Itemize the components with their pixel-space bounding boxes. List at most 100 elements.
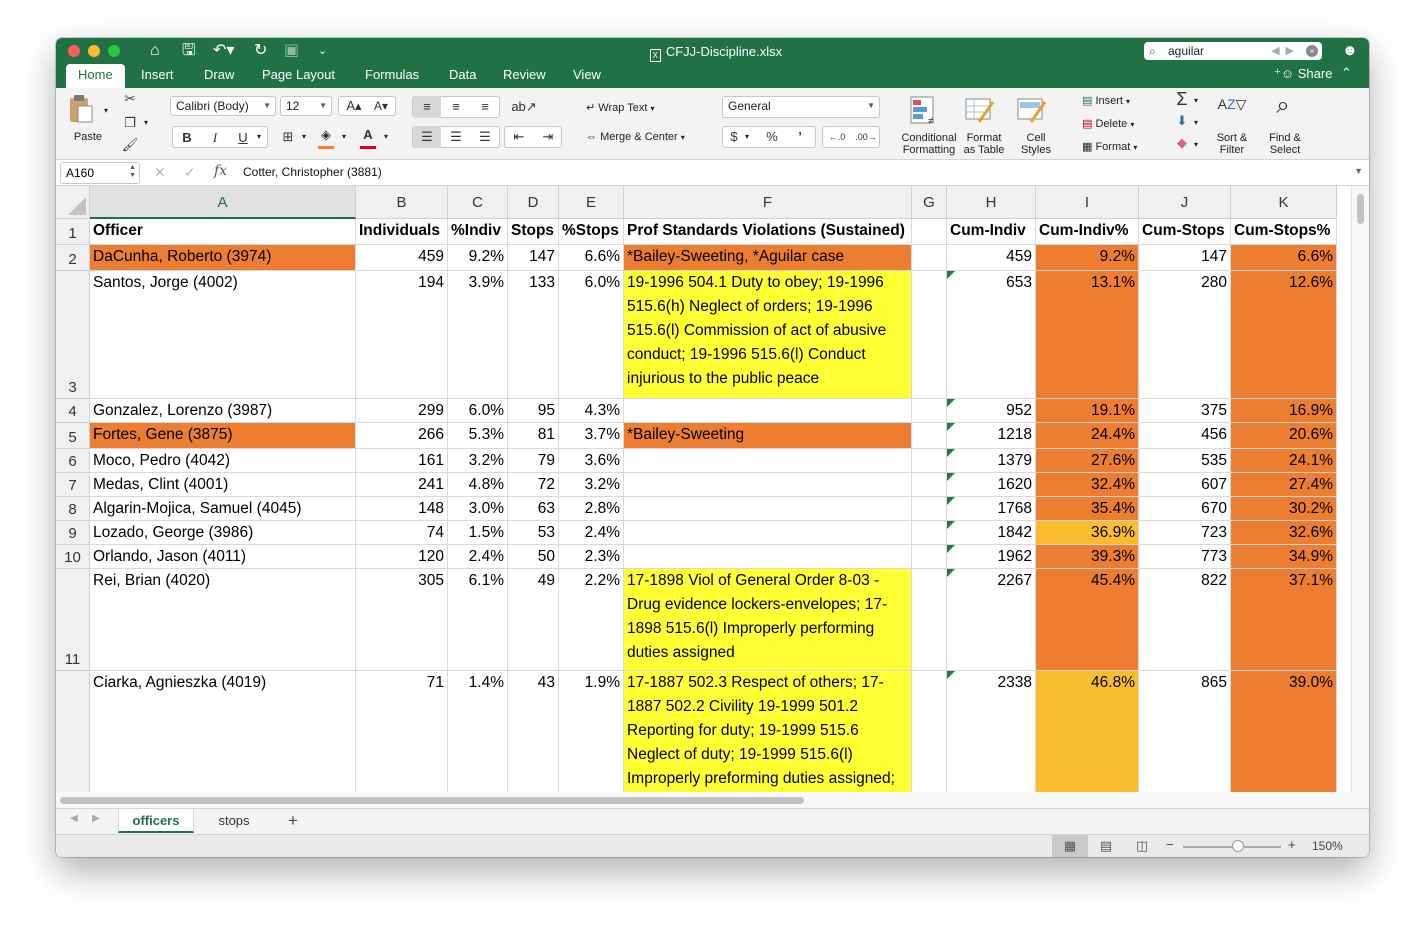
pct-stops-cell[interactable]: 2.3% <box>559 545 624 569</box>
format-as-table-icon[interactable] <box>964 96 998 126</box>
individuals-cell[interactable]: 120 <box>356 545 448 569</box>
empty-cell[interactable] <box>912 449 947 473</box>
column-header-d[interactable]: D <box>508 186 559 219</box>
font-name-select[interactable]: Calibri (Body) ▼ <box>170 96 276 116</box>
pct-stops-cell[interactable]: 3.7% <box>559 423 624 449</box>
pct-indiv-cell[interactable]: 9.2% <box>448 245 508 271</box>
align-center-icon[interactable]: ☰ <box>442 126 470 148</box>
horizontal-scrollbar[interactable] <box>56 792 1369 808</box>
pct-stops-cell[interactable]: 2.4% <box>559 521 624 545</box>
stops-cell[interactable]: 147 <box>508 245 559 271</box>
officer-cell[interactable]: Rei, Brian (4020) <box>90 569 356 671</box>
header-pct-indiv-cell[interactable]: %Indiv <box>448 219 508 245</box>
column-header-j[interactable]: J <box>1139 186 1231 219</box>
cum-indiv-cell[interactable]: 1962 <box>947 545 1036 569</box>
header-stops-cell[interactable]: Stops <box>508 219 559 245</box>
column-header-i[interactable]: I <box>1036 186 1139 219</box>
normal-view-icon[interactable]: ▦ <box>1052 835 1088 857</box>
cum-indiv-cell[interactable]: 1842 <box>947 521 1036 545</box>
officer-cell[interactable]: Moco, Pedro (4042) <box>90 449 356 473</box>
cum-stops-pct-cell[interactable]: 37.1% <box>1231 569 1337 671</box>
column-header-f[interactable]: F <box>624 186 912 219</box>
increase-font-size-icon[interactable]: A▴ <box>341 95 367 117</box>
empty-cell[interactable] <box>912 399 947 423</box>
column-header-k[interactable]: K <box>1231 186 1337 219</box>
increase-decimal-icon[interactable]: ←.0 <box>823 126 851 148</box>
empty-cell[interactable] <box>912 545 947 569</box>
violations-cell[interactable] <box>624 473 912 497</box>
tab-view[interactable]: View <box>573 64 601 88</box>
paste-options-chevron-icon[interactable]: ▾ <box>104 106 108 115</box>
cum-stops-cell[interactable]: 535 <box>1139 449 1231 473</box>
insert-function-button[interactable]: fx <box>214 163 227 179</box>
error-indicator-icon[interactable] <box>947 545 955 553</box>
error-indicator-icon[interactable] <box>947 473 955 481</box>
stops-cell[interactable]: 49 <box>508 569 559 671</box>
number-format-select[interactable]: General ▼ <box>722 96 880 118</box>
cum-indiv-pct-cell[interactable]: 46.8% <box>1036 671 1139 792</box>
formula-input[interactable]: Cotter, Christopher (3881) <box>243 165 382 179</box>
page-layout-view-icon[interactable]: ▤ <box>1088 835 1124 857</box>
pct-indiv-cell[interactable]: 3.2% <box>448 449 508 473</box>
cum-stops-pct-cell[interactable]: 39.0% <box>1231 671 1337 792</box>
cum-stops-pct-cell[interactable]: 32.6% <box>1231 521 1337 545</box>
search-nav-arrows-icon[interactable]: ◀▶ <box>1271 42 1300 60</box>
font-color-button[interactable]: A <box>356 124 380 149</box>
cum-stops-pct-cell[interactable]: 16.9% <box>1231 399 1337 423</box>
fill-color-chevron-icon[interactable]: ▾ <box>342 132 346 141</box>
stops-cell[interactable]: 81 <box>508 423 559 449</box>
page-break-preview-icon[interactable]: ◫ <box>1124 835 1160 857</box>
cum-indiv-cell[interactable]: 1379 <box>947 449 1036 473</box>
violations-cell[interactable]: 17-1898 Viol of General Order 8-03 - Dru… <box>624 569 912 671</box>
cum-stops-pct-cell[interactable]: 12.6% <box>1231 271 1337 399</box>
cum-indiv-pct-cell[interactable]: 13.1% <box>1036 271 1139 399</box>
error-indicator-icon[interactable] <box>947 569 955 577</box>
pct-stops-cell[interactable]: 2.8% <box>559 497 624 521</box>
cum-stops-cell[interactable]: 723 <box>1139 521 1231 545</box>
stops-cell[interactable]: 95 <box>508 399 559 423</box>
individuals-cell[interactable]: 74 <box>356 521 448 545</box>
violations-cell[interactable] <box>624 449 912 473</box>
column-header-c[interactable]: C <box>448 186 508 219</box>
cum-indiv-cell[interactable]: 1620 <box>947 473 1036 497</box>
font-color-chevron-icon[interactable]: ▾ <box>384 132 388 141</box>
violations-cell[interactable]: 19-1996 504.1 Duty to obey; 19-1996 515.… <box>624 271 912 399</box>
tab-draw[interactable]: Draw <box>204 64 234 88</box>
zoom-window-button[interactable] <box>108 45 120 57</box>
error-indicator-icon[interactable] <box>947 423 955 431</box>
cum-indiv-pct-cell[interactable]: 36.9% <box>1036 521 1139 545</box>
print-icon[interactable]: ▣ <box>284 42 299 60</box>
stops-cell[interactable]: 50 <box>508 545 559 569</box>
individuals-cell[interactable]: 161 <box>356 449 448 473</box>
individuals-cell[interactable]: 266 <box>356 423 448 449</box>
officer-cell[interactable]: DaCunha, Roberto (3974) <box>90 245 356 271</box>
decrease-decimal-icon[interactable]: .00→ <box>852 126 880 148</box>
worksheet-grid[interactable]: A B C D E F G H I J K 1 Officer Individuals %Indiv Stop… <box>56 186 1351 792</box>
save-icon[interactable]: 🖫 <box>182 42 196 60</box>
cut-icon[interactable]: ✂ <box>120 88 140 110</box>
align-bottom-icon[interactable]: ≡ <box>471 96 499 118</box>
sort-filter-icon[interactable]: AZ▽ <box>1212 96 1252 126</box>
row-header[interactable] <box>56 671 90 792</box>
individuals-cell[interactable]: 299 <box>356 399 448 423</box>
autosum-chevron-icon[interactable]: ▾ <box>1194 96 1198 105</box>
header-cum-stops-pct-cell[interactable]: Cum-Stops% <box>1231 219 1337 245</box>
cum-stops-cell[interactable]: 773 <box>1139 545 1231 569</box>
cum-stops-cell[interactable]: 865 <box>1139 671 1231 792</box>
individuals-cell[interactable]: 71 <box>356 671 448 792</box>
header-individuals-cell[interactable]: Individuals <box>356 219 448 245</box>
pct-stops-cell[interactable]: 6.6% <box>559 245 624 271</box>
row-header[interactable]: 11 <box>56 569 90 671</box>
cancel-entry-icon[interactable]: ✕ <box>154 164 166 181</box>
align-right-icon[interactable]: ☰ <box>471 126 499 148</box>
align-left-icon[interactable]: ☰ <box>413 126 441 148</box>
bold-button[interactable]: B <box>175 127 199 149</box>
pct-indiv-cell[interactable]: 5.3% <box>448 423 508 449</box>
row-header[interactable]: 1 <box>56 219 90 245</box>
merge-center-button[interactable]: ⇔ Merge & Center ▾ <box>586 131 685 143</box>
header-cum-indiv-pct-cell[interactable]: Cum-Indiv% <box>1036 219 1139 245</box>
wrap-text-button[interactable]: ↵ Wrap Text ▾ <box>586 101 654 114</box>
cum-indiv-pct-cell[interactable]: 27.6% <box>1036 449 1139 473</box>
cum-indiv-pct-cell[interactable]: 45.4% <box>1036 569 1139 671</box>
previous-sheet-icon[interactable]: ◀ <box>70 813 78 824</box>
